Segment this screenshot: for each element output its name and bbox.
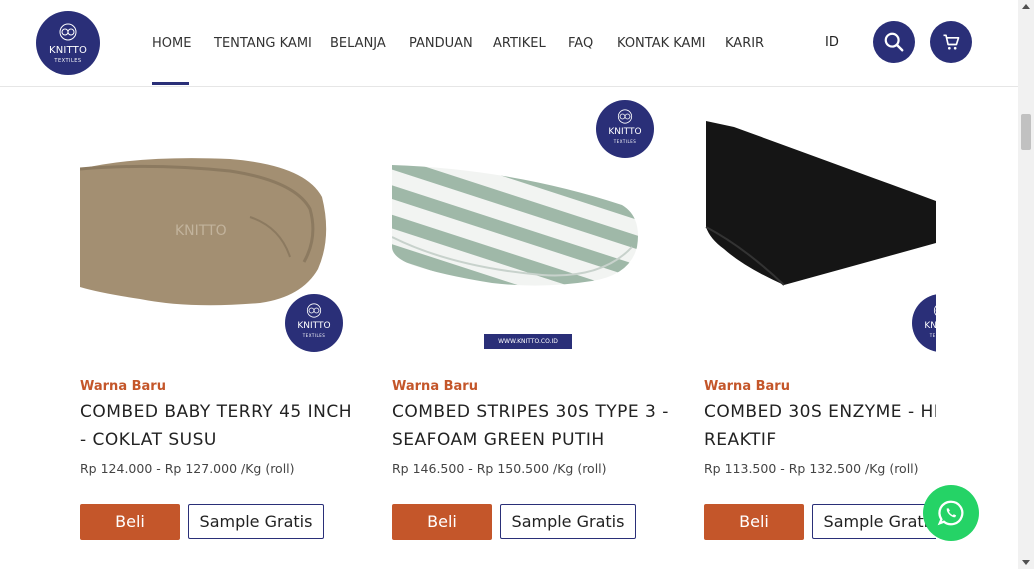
- badge-brand-name: KNITTO: [608, 127, 642, 137]
- language-selector[interactable]: ID: [825, 35, 839, 50]
- knitto-logo-icon: [306, 303, 322, 318]
- product-title-line2: REAKTIF: [704, 430, 777, 450]
- badge-brand-sub: TEXTILES: [929, 333, 936, 338]
- sample-button[interactable]: Sample Gratis: [188, 504, 324, 539]
- product-price: Rp 124.000 - Rp 127.000 /Kg (roll): [80, 461, 295, 476]
- site-header: KNITTO TEXTILES HOME TENTANG KAMI BELANJ…: [0, 0, 1018, 87]
- product-carousel: KNITTO KNITTO TEXTILES Warna Baru COMBED…: [0, 87, 936, 569]
- buy-button[interactable]: Beli: [704, 504, 804, 540]
- nav-tentang-kami[interactable]: TENTANG KAMI: [214, 36, 312, 51]
- product-price: Rp 113.500 - Rp 132.500 /Kg (roll): [704, 461, 919, 476]
- nav-kontak-kami[interactable]: KONTAK KAMI: [617, 36, 706, 51]
- buy-button[interactable]: Beli: [80, 504, 180, 540]
- product-title[interactable]: COMBED BABY TERRY 45 INCH - COKLAT SUSU: [80, 398, 355, 454]
- nav-karir[interactable]: KARIR: [725, 36, 764, 51]
- nav-panduan[interactable]: PANDUAN: [409, 36, 473, 51]
- cart-icon: [943, 34, 960, 50]
- product-title[interactable]: COMBED STRIPES 30S TYPE 3 - SEAFOAM GREE…: [392, 398, 669, 454]
- brand-badge: KNITTO TEXTILES: [596, 100, 654, 158]
- search-icon: [884, 32, 904, 52]
- page-scrollbar[interactable]: [1018, 0, 1034, 569]
- nav-belanja[interactable]: BELANJA: [330, 36, 386, 51]
- knitto-logo-icon: [933, 305, 936, 316]
- product-title-line1: COMBED 30S ENZYME - HITAM: [704, 402, 936, 422]
- badge-brand-sub: TEXTILES: [302, 333, 326, 338]
- website-tag: WWW.KNITTO.CO.ID: [484, 334, 572, 349]
- nav-active-indicator: [152, 82, 189, 85]
- scroll-up-arrow-icon[interactable]: [1022, 4, 1030, 9]
- scroll-down-arrow-icon[interactable]: [1022, 560, 1030, 565]
- product-category: Warna Baru: [80, 379, 166, 394]
- product-title-line1: COMBED BABY TERRY 45 INCH: [80, 402, 352, 422]
- knitto-logo-icon: [617, 109, 633, 124]
- nav-home[interactable]: HOME: [152, 36, 191, 51]
- scroll-thumb[interactable]: [1021, 114, 1031, 150]
- product-title-line2: SEAFOAM GREEN PUTIH: [392, 430, 605, 450]
- product-card[interactable]: KNITTO KNITTO TEXTILES Warna Baru COMBED…: [80, 87, 352, 569]
- product-category: Warna Baru: [392, 379, 478, 394]
- buy-button[interactable]: Beli: [392, 504, 492, 540]
- product-card[interactable]: KNITTO TEXTILES WWW.KNITTO.CO.ID Warna B…: [392, 87, 668, 569]
- badge-brand-name: KNITTO: [297, 321, 331, 331]
- product-image[interactable]: [704, 97, 936, 367]
- cart-button[interactable]: [930, 21, 972, 63]
- nav-artikel[interactable]: ARTIKEL: [493, 36, 546, 51]
- sample-button[interactable]: Sample Gratis: [812, 504, 936, 539]
- product-title[interactable]: COMBED 30S ENZYME - HITAM REAKTIF: [704, 398, 936, 454]
- badge-brand-sub: TEXTILES: [613, 139, 637, 144]
- svg-text:KNITTO: KNITTO: [175, 223, 227, 239]
- knitto-logo-icon: [59, 23, 77, 41]
- product-card[interactable]: KNITTO TEXTILES Warna Baru COMBED 30S EN…: [704, 87, 936, 569]
- brand-sub: TEXTILES: [54, 58, 82, 64]
- whatsapp-icon: [937, 500, 964, 526]
- search-button[interactable]: [873, 21, 915, 63]
- product-title-line1: COMBED STRIPES 30S TYPE 3 -: [392, 402, 669, 422]
- brand-badge: KNITTO TEXTILES: [285, 294, 343, 352]
- brand-logo[interactable]: KNITTO TEXTILES: [36, 11, 100, 75]
- product-price: Rp 146.500 - Rp 150.500 /Kg (roll): [392, 461, 607, 476]
- product-title-line2: - COKLAT SUSU: [80, 430, 217, 450]
- brand-name: KNITTO: [48, 45, 88, 56]
- nav-faq[interactable]: FAQ: [568, 36, 593, 51]
- badge-brand-name: KNITTO: [924, 321, 936, 331]
- product-category: Warna Baru: [704, 379, 790, 394]
- whatsapp-button[interactable]: [923, 485, 979, 541]
- sample-button[interactable]: Sample Gratis: [500, 504, 636, 539]
